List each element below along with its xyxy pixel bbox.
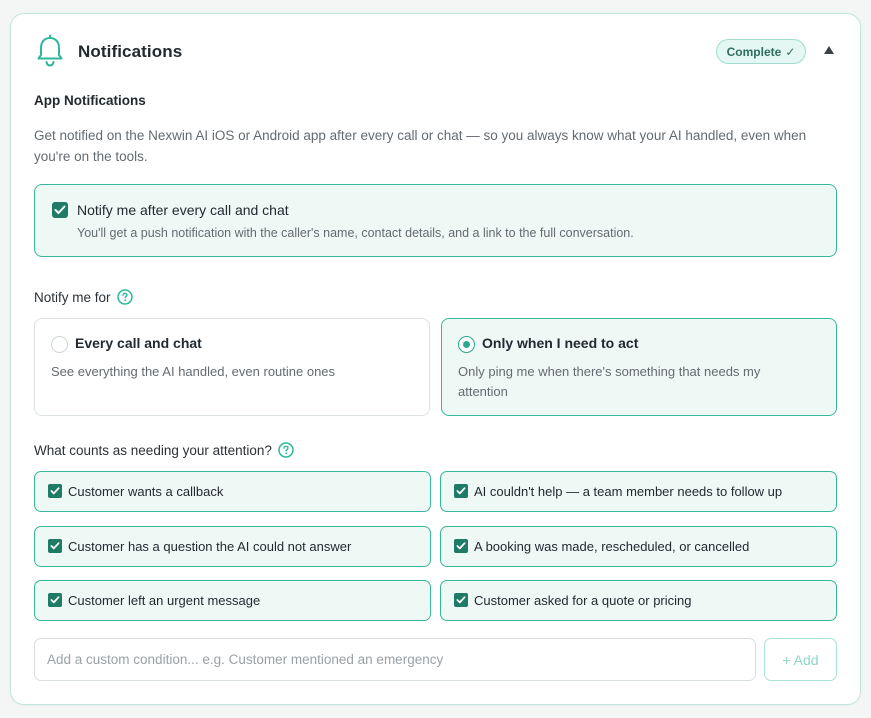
attention-label: What counts as needing your attention? — [34, 442, 294, 459]
condition-checkbox[interactable] — [454, 484, 468, 498]
condition-checkbox[interactable] — [48, 539, 62, 553]
condition-label: Customer asked for a quote or pricing — [474, 593, 692, 608]
condition-label: AI couldn't help — a team member needs t… — [474, 484, 783, 499]
chevron-up-icon — [824, 46, 834, 54]
app-notifications-description: Get notified on the Nexwin AI iOS or And… — [34, 128, 807, 164]
status-badge: Complete ✓ — [716, 39, 806, 64]
radio-description: See everything the AI handled, even rout… — [51, 364, 336, 379]
checkmark-icon — [50, 542, 60, 550]
radio-button[interactable] — [51, 336, 68, 353]
card-header[interactable]: Notifications Complete ✓ — [11, 14, 860, 86]
bell-icon — [34, 34, 66, 68]
condition-item[interactable]: Customer wants a callback — [34, 471, 431, 512]
condition-item[interactable]: A booking was made, rescheduled, or canc… — [440, 526, 837, 567]
page-title: Notifications — [78, 42, 183, 61]
condition-label: Customer left an urgent message — [68, 593, 261, 608]
checkmark-icon — [50, 487, 60, 495]
checkmark-icon — [456, 487, 466, 495]
condition-item[interactable]: Customer has a question the AI could not… — [34, 526, 431, 567]
radio-every-call[interactable]: Every call and chat See everything the A… — [34, 318, 430, 416]
condition-label: Customer wants a callback — [68, 484, 224, 499]
checkmark-icon — [456, 542, 466, 550]
notify-for-label: Notify me for — [34, 289, 133, 306]
condition-checkbox[interactable] — [48, 593, 62, 607]
checkmark-icon — [50, 596, 60, 604]
custom-condition-input[interactable] — [34, 638, 756, 681]
app-notifications-heading: App Notifications — [34, 93, 146, 108]
notify-sublabel: You'll get a push notification with the … — [77, 226, 634, 240]
collapse-toggle[interactable] — [822, 42, 836, 58]
condition-label: A booking was made, rescheduled, or canc… — [474, 539, 750, 554]
status-badge-label: Complete — [726, 44, 782, 59]
notifications-card: Notifications Complete ✓ App Notificatio… — [10, 13, 861, 705]
checkmark-icon — [456, 596, 466, 604]
radio-description: Only ping me when there's something that… — [458, 364, 761, 399]
notify-checkbox[interactable] — [52, 202, 68, 218]
radio-title: Only when I need to act — [482, 335, 639, 351]
checkmark-icon — [54, 205, 66, 214]
condition-checkbox[interactable] — [48, 484, 62, 498]
condition-checkbox[interactable] — [454, 593, 468, 607]
radio-button-selected[interactable] — [458, 336, 475, 353]
add-condition-button[interactable]: + Add — [764, 638, 837, 681]
condition-item[interactable]: AI couldn't help — a team member needs t… — [440, 471, 837, 512]
notify-for-text: Notify me for — [34, 290, 111, 305]
radio-title: Every call and chat — [75, 335, 202, 351]
notify-every-call-option[interactable]: Notify me after every call and chat You'… — [34, 184, 837, 257]
help-icon[interactable] — [116, 289, 133, 306]
condition-item[interactable]: Customer asked for a quote or pricing — [440, 580, 837, 621]
condition-item[interactable]: Customer left an urgent message — [34, 580, 431, 621]
notify-label: Notify me after every call and chat — [77, 202, 289, 218]
attention-text: What counts as needing your attention? — [34, 443, 272, 458]
condition-checkbox[interactable] — [454, 539, 468, 553]
check-icon: ✓ — [785, 44, 796, 59]
condition-label: Customer has a question the AI could not… — [68, 539, 352, 554]
help-icon[interactable] — [278, 442, 294, 459]
radio-only-when-act[interactable]: Only when I need to act Only ping me whe… — [441, 318, 837, 416]
